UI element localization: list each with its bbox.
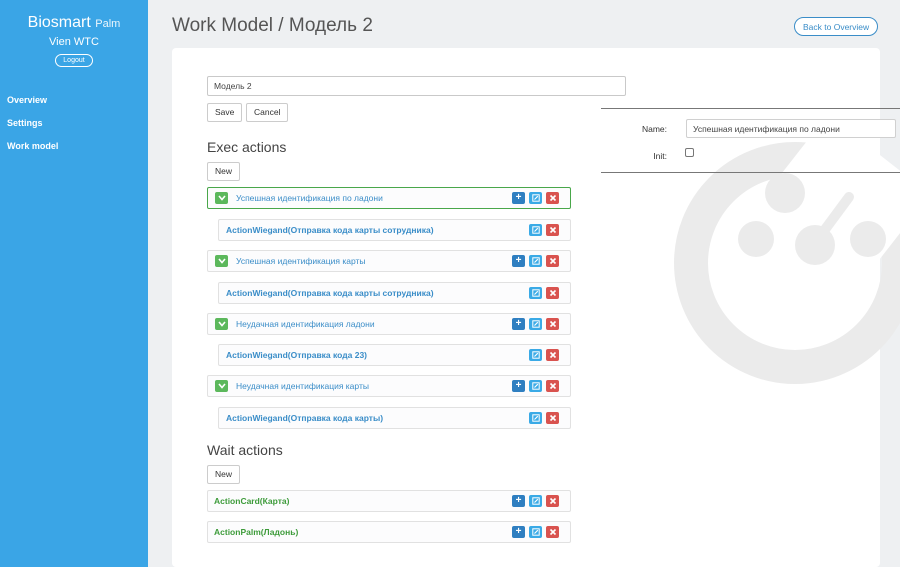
chevron-down-icon[interactable] [215,255,228,267]
close-icon[interactable] [546,495,559,507]
exec-child-label: ActionWiegand(Отправка кода карты сотруд… [226,225,434,235]
edit-icon[interactable] [529,318,542,330]
exec-child-label: ActionWiegand(Отправка кода карты) [226,413,384,423]
wait-action-label: ActionCard(Карта) [214,496,290,506]
sidebar-item-work-model[interactable]: Work model [0,135,148,158]
edit-icon[interactable] [529,255,542,267]
plus-icon[interactable]: + [512,526,525,538]
exec-action-row[interactable]: Успешная идентификация по ладони + [207,187,571,209]
biosmart-logo-icon [667,114,900,405]
close-icon[interactable] [546,380,559,392]
new-exec-action-button[interactable]: New [207,162,241,181]
exec-action-label: Неудачная идентификация ладони [236,319,375,329]
chevron-down-icon[interactable] [215,318,228,330]
properties-bottom-divider [601,172,900,173]
property-init-label: Init: [653,151,667,161]
wait-action-row[interactable]: ActionCard(Карта) + [207,490,571,512]
close-icon[interactable] [546,287,559,299]
edit-icon[interactable] [529,224,542,236]
exec-action-label: Успешная идентификация карты [236,256,366,266]
edit-icon[interactable] [529,349,542,361]
edit-icon[interactable] [529,380,542,392]
sidebar-nav: Overview Settings Work model [0,89,148,158]
logout-button[interactable]: Logout [55,54,93,67]
property-name-input[interactable] [686,119,896,138]
properties-top-divider [601,108,900,109]
sidebar-item-settings[interactable]: Settings [0,112,148,135]
sidebar: Biosmart Palm Vien WTC Logout Overview S… [0,0,148,567]
edit-icon[interactable] [529,287,542,299]
edit-icon[interactable] [529,192,542,204]
cancel-button[interactable]: Cancel [246,103,289,122]
site-name: Vien WTC [49,36,99,48]
chevron-down-icon[interactable] [215,192,228,204]
wait-action-row[interactable]: ActionPalm(Ладонь) + [207,521,571,543]
close-icon[interactable] [546,318,559,330]
save-button[interactable]: Save [207,103,243,122]
exec-action-label: Неудачная идентификация карты [236,381,369,391]
page-title: Work Model / Модель 2 [172,15,373,36]
exec-child-label: ActionWiegand(Отправка кода карты сотруд… [226,288,434,298]
plus-icon[interactable]: + [512,255,525,267]
exec-action-row[interactable]: Неудачная идентификация карты + [207,375,571,397]
edit-icon[interactable] [529,495,542,507]
close-icon[interactable] [546,526,559,538]
close-icon[interactable] [546,255,559,267]
brand-title: Biosmart Palm [0,14,148,32]
chevron-down-icon[interactable] [215,380,228,392]
exec-child-label: ActionWiegand(Отправка кода 23) [226,350,368,360]
close-icon[interactable] [546,412,559,424]
exec-action-row[interactable]: Успешная идентификация карты + [207,250,571,272]
brand: Biosmart Palm Vien WTC Logout [0,0,148,67]
exec-child-row[interactable]: ActionWiegand(Отправка кода 23) [218,344,571,366]
exec-child-row[interactable]: ActionWiegand(Отправка кода карты сотруд… [218,282,571,304]
plus-icon[interactable]: + [512,318,525,330]
edit-icon[interactable] [529,412,542,424]
exec-action-row[interactable]: Неудачная идентификация ладони + [207,313,571,335]
exec-child-row[interactable]: ActionWiegand(Отправка кода карты сотруд… [218,219,571,241]
exec-actions-title: Exec actions [207,139,287,155]
wait-action-label: ActionPalm(Ладонь) [214,527,299,537]
plus-icon[interactable]: + [512,192,525,204]
sidebar-item-overview[interactable]: Overview [0,89,148,112]
edit-icon[interactable] [529,526,542,538]
back-to-overview-button[interactable]: Back to Overview [794,17,879,36]
new-wait-action-button[interactable]: New [207,465,241,484]
close-icon[interactable] [546,192,559,204]
plus-icon[interactable]: + [512,495,525,507]
close-icon[interactable] [546,224,559,236]
brand-name: Biosmart [27,14,91,31]
exec-child-row[interactable]: ActionWiegand(Отправка кода карты) [218,407,571,429]
plus-icon[interactable]: + [512,380,525,392]
wait-actions-title: Wait actions [207,442,283,458]
close-icon[interactable] [546,349,559,361]
brand-sub: Palm [95,18,121,30]
property-name-label: Name: [641,124,667,134]
exec-action-label: Успешная идентификация по ладони [236,193,383,203]
model-name-input[interactable] [207,76,626,96]
init-checkbox[interactable] [685,148,694,157]
